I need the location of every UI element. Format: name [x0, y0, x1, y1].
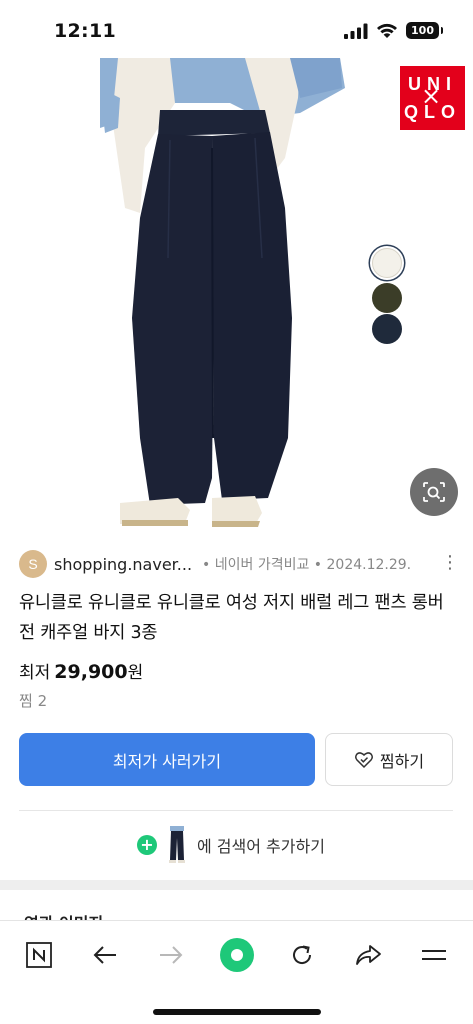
- menu-icon: [422, 950, 446, 960]
- green-dot-home-icon: [220, 938, 254, 972]
- heart-check-icon: [354, 751, 373, 768]
- more-options-icon[interactable]: ⋮: [441, 553, 459, 573]
- wish-button-label: 찜하기: [379, 751, 425, 771]
- price-value: 29,900: [54, 661, 128, 683]
- price-unit: 원: [127, 663, 144, 683]
- plus-icon: +: [137, 835, 157, 855]
- refresh-icon: [293, 945, 312, 964]
- naver-n-icon: [26, 942, 52, 968]
- battery-icon: 100: [406, 22, 443, 39]
- color-swatch-navy[interactable]: [372, 314, 402, 344]
- source-row[interactable]: S shopping.naver... • 네이버 가격비교 • 2024.12…: [19, 549, 459, 579]
- share-icon: [356, 945, 381, 965]
- status-time: 12:11: [54, 20, 116, 42]
- add-search-label: 에 검색어 추가하기: [197, 837, 325, 856]
- menu-button[interactable]: [414, 935, 454, 975]
- color-swatch-ivory[interactable]: [372, 248, 402, 278]
- status-icons: 100: [344, 22, 443, 39]
- wish-button[interactable]: 찜하기: [325, 733, 453, 786]
- product-image[interactable]: UNI QLO ×: [0, 58, 473, 528]
- green-dot-button[interactable]: [217, 935, 257, 975]
- source-meta: • 네이버 가격비교 • 2024.12.29.: [202, 557, 412, 573]
- buy-lowest-price-button[interactable]: 최저가 사러가기: [19, 733, 315, 786]
- refresh-button[interactable]: [282, 935, 322, 975]
- section-separator: [0, 880, 473, 890]
- price-row: 최저 29,900원: [19, 658, 143, 683]
- wifi-icon: [377, 23, 397, 38]
- color-swatch-olive[interactable]: [372, 283, 402, 313]
- wish-count: 찜 2: [19, 692, 48, 710]
- image-search-icon: [423, 482, 445, 502]
- pants-thumbnail-icon: [169, 826, 185, 863]
- cellular-signal-icon: [344, 23, 368, 39]
- forward-arrow-icon: [160, 946, 183, 964]
- forward-button[interactable]: [151, 935, 191, 975]
- back-button[interactable]: [85, 935, 125, 975]
- browser-toolbar: [0, 920, 473, 1024]
- back-arrow-icon: [93, 946, 116, 964]
- source-avatar: S: [19, 550, 47, 578]
- home-indicator[interactable]: [153, 1009, 321, 1015]
- image-search-button[interactable]: [410, 468, 458, 516]
- divider: [19, 810, 453, 811]
- close-icon[interactable]: ×: [421, 82, 441, 110]
- naver-home-button[interactable]: [19, 935, 59, 975]
- price-label: 최저: [19, 663, 51, 683]
- add-to-search-button[interactable]: + 에 검색어 추가하기: [137, 826, 325, 864]
- source-domain[interactable]: shopping.naver...: [54, 555, 192, 574]
- status-bar: 12:11 100: [0, 0, 473, 58]
- share-button[interactable]: [348, 935, 388, 975]
- product-title[interactable]: 유니클로 유니클로 유니클로 여성 저지 배럴 레그 팬츠 롱버전 캐주얼 바지…: [19, 588, 449, 648]
